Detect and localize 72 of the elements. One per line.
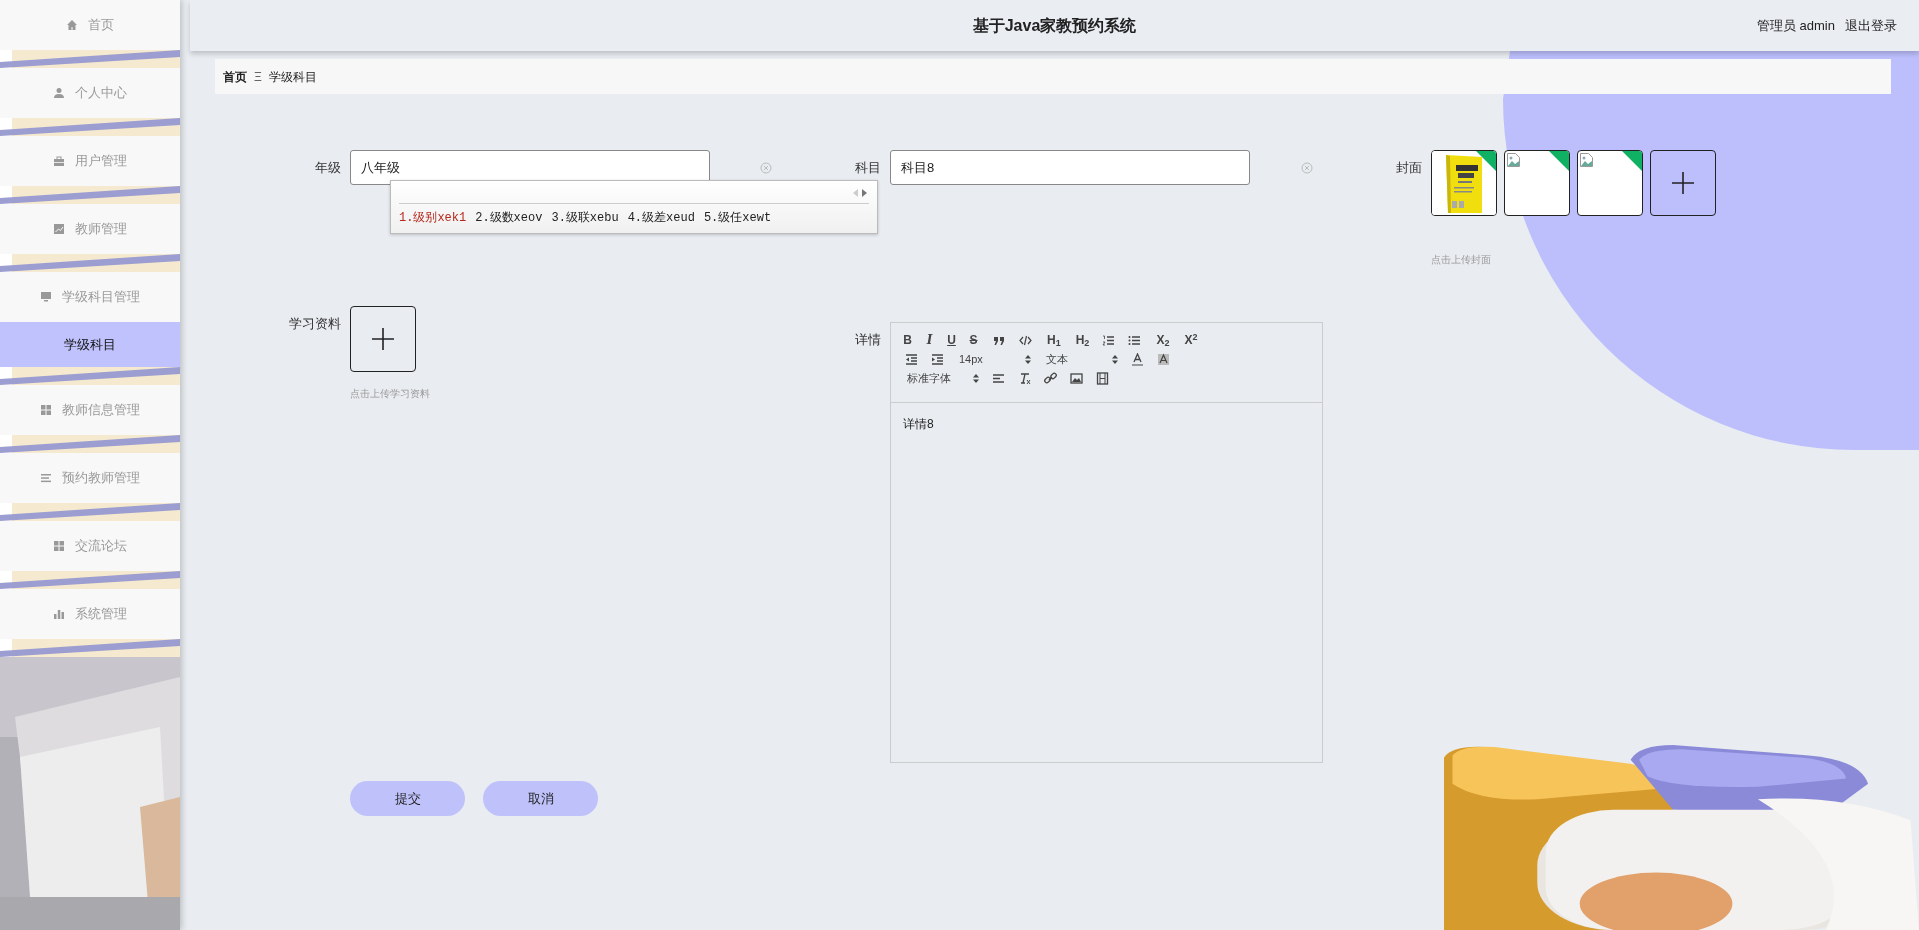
corner-ribbon — [1549, 151, 1569, 171]
editor-content[interactable]: 详情8 — [891, 403, 1322, 433]
upload-hint: 点击上传学习资料 — [350, 387, 430, 401]
sort-icon — [1025, 354, 1031, 364]
sidebar-subitem[interactable]: 学级科目 — [0, 322, 180, 367]
chart-icon — [53, 223, 65, 235]
bullet-list-icon[interactable] — [1128, 333, 1142, 347]
ime-candidate[interactable]: 2.级数xeov — [475, 209, 543, 227]
indent-icon[interactable] — [931, 352, 944, 366]
ime-candidate[interactable]: 3.级联xebu — [551, 209, 619, 227]
logout-link[interactable]: 退出登录 — [1845, 15, 1897, 36]
select-control[interactable]: 文本 — [1046, 350, 1118, 368]
corner-ribbon — [1622, 151, 1642, 171]
submit-button[interactable]: 提交 — [350, 781, 465, 816]
cancel-button[interactable]: 取消 — [483, 781, 598, 816]
list-icon — [40, 472, 52, 484]
page-title: 基于Java家教预约系统 — [972, 15, 1137, 36]
text-color-icon[interactable] — [1131, 352, 1144, 366]
bar-chart-icon — [53, 608, 65, 620]
link-icon[interactable] — [1044, 371, 1057, 385]
field-label: 详情 — [855, 331, 881, 349]
format-button[interactable]: U — [945, 334, 958, 346]
field-label: 年级 — [315, 158, 341, 177]
plus-icon — [371, 327, 395, 351]
rich-text-editor[interactable]: B I U S H$_{1}$ H$_{2}$ X$_{2}$ X$^{2}$ 14px 文本 标准字体 详情8 — [890, 322, 1323, 763]
format-button[interactable]: X$^{2}$ — [1184, 334, 1198, 346]
cover-thumbnail[interactable] — [1431, 150, 1497, 216]
breadcrumb-current: 学级科目 — [268, 68, 317, 86]
image-icon[interactable] — [1070, 371, 1083, 385]
broken-image-icon — [1507, 153, 1520, 167]
cover-thumbnail[interactable] — [1577, 150, 1643, 216]
upload-button[interactable] — [1650, 150, 1716, 216]
sort-icon — [973, 373, 979, 383]
input-field[interactable]: 科目8 — [890, 150, 1250, 185]
corner-ribbon — [1476, 151, 1496, 171]
sort-icon — [1112, 354, 1118, 364]
home-icon — [66, 19, 78, 31]
broken-image-icon — [1580, 153, 1593, 167]
format-button[interactable]: S — [967, 334, 980, 346]
highlight-icon[interactable] — [1157, 352, 1170, 366]
code-icon[interactable] — [1019, 333, 1032, 347]
upload-hint: 点击上传封面 — [1431, 253, 1492, 267]
select-control[interactable]: 14px — [959, 350, 1031, 368]
monitor-icon — [40, 291, 52, 303]
grid-icon — [40, 404, 52, 416]
format-button[interactable]: I — [923, 334, 936, 346]
select-control[interactable]: 标准字体 — [907, 369, 979, 387]
format-button[interactable]: H$_{1}$ — [1047, 334, 1061, 346]
format-button[interactable]: H$_{2}$ — [1075, 334, 1090, 346]
user-icon — [53, 87, 65, 99]
clear-format-icon[interactable] — [1018, 371, 1031, 385]
cover-thumbnail[interactable] — [1504, 150, 1570, 216]
plus-icon — [1671, 171, 1695, 195]
format-button[interactable]: X$_{2}$ — [1156, 334, 1170, 346]
user-label: 管理员 admin — [1756, 16, 1835, 35]
numbered-list-icon[interactable] — [1102, 333, 1116, 347]
briefcase-icon — [53, 155, 65, 167]
upload-button[interactable] — [350, 306, 416, 372]
field-label: 封面 — [1396, 158, 1422, 177]
breadcrumb-link[interactable]: 首页 — [223, 67, 247, 86]
ime-candidate[interactable]: 4.级差xeud — [627, 209, 695, 227]
ime-candidate[interactable]: 1.级别xek1 — [399, 209, 467, 227]
breadcrumb-separator: Ξ — [254, 68, 262, 86]
video-icon[interactable] — [1096, 371, 1109, 385]
format-button[interactable]: B — [901, 334, 914, 346]
outdent-icon[interactable] — [905, 352, 918, 366]
ime-candidate[interactable]: 5.级任xewt — [703, 209, 772, 227]
field-label: 学习资料 — [289, 315, 341, 333]
align-icon[interactable] — [992, 371, 1005, 385]
grid-icon — [53, 540, 65, 552]
next-icon[interactable] — [862, 189, 867, 197]
field-label: 科目 — [855, 158, 881, 177]
